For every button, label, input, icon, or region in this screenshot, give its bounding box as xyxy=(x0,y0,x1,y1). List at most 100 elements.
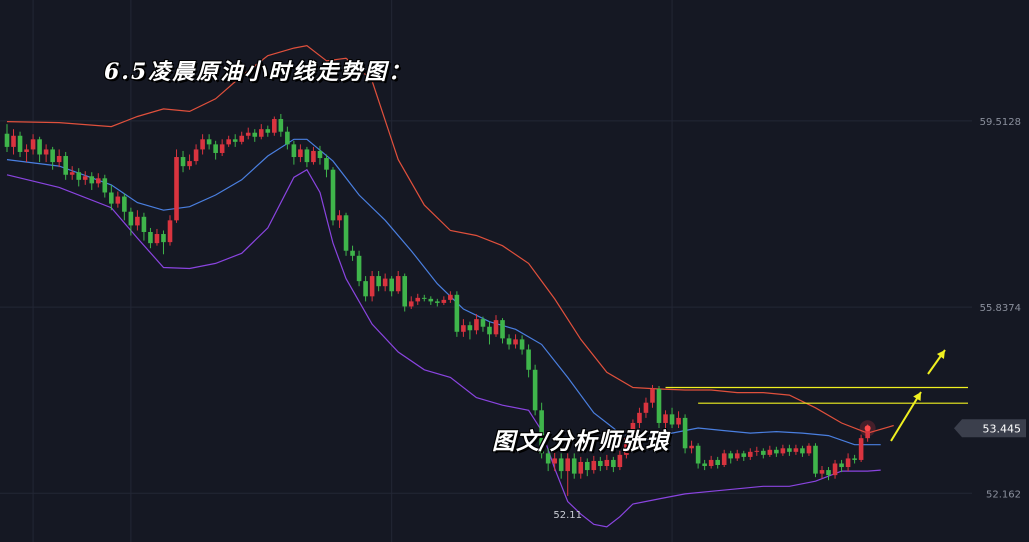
candle-body xyxy=(69,172,75,175)
current-price-tag: 53.445 xyxy=(954,419,1026,438)
candle-body xyxy=(76,172,82,180)
candle-body xyxy=(50,149,55,163)
middle-band-line xyxy=(6,138,881,446)
candle-body xyxy=(350,250,355,256)
y-tick-label: 59.5128 xyxy=(980,117,1021,128)
candle-body xyxy=(474,319,479,331)
candle-body xyxy=(787,448,792,452)
candle-body xyxy=(174,157,179,221)
candle-body xyxy=(441,299,447,303)
candle-body xyxy=(135,216,140,226)
candle-body xyxy=(493,320,499,335)
candle-body xyxy=(265,129,271,133)
current-price-label: 53.445 xyxy=(983,422,1022,435)
candle-body xyxy=(428,298,434,302)
candle-body xyxy=(467,325,473,331)
candle-body xyxy=(839,463,844,468)
candle-body xyxy=(17,135,23,152)
candle-body xyxy=(206,139,212,145)
candle-body xyxy=(754,450,760,452)
candle-body xyxy=(715,459,720,466)
candle-body xyxy=(454,294,460,332)
candle-body xyxy=(604,459,610,467)
candle-body xyxy=(219,144,225,153)
candle-body xyxy=(56,156,62,163)
candle-body xyxy=(584,461,590,471)
candle-body xyxy=(767,449,773,455)
candle-body xyxy=(643,402,649,413)
candle-body xyxy=(369,276,375,297)
candle-body xyxy=(37,139,42,155)
candle-body xyxy=(774,449,779,454)
candle-body xyxy=(109,192,114,204)
arrow-head xyxy=(936,350,945,359)
candle-body xyxy=(278,119,284,132)
candle-body xyxy=(363,281,368,297)
candle-body xyxy=(448,294,453,300)
candle-body xyxy=(317,150,323,159)
candle-body xyxy=(285,131,290,145)
candle-body xyxy=(558,458,564,472)
candle-body xyxy=(167,220,173,243)
candle-body xyxy=(161,234,166,243)
candle-body xyxy=(819,470,825,474)
candle-body xyxy=(213,144,218,153)
last-price-dot xyxy=(864,425,871,432)
candle-body xyxy=(526,349,531,370)
y-tick-label: 52.162 xyxy=(986,489,1021,500)
trend-arrow xyxy=(890,391,922,442)
y-axis: 59.5128 55.8374 52.162 xyxy=(980,117,1021,500)
candle-body xyxy=(656,389,662,423)
candle-body xyxy=(734,453,740,459)
candle-body xyxy=(565,458,571,472)
candle-body xyxy=(141,216,147,232)
candle-body xyxy=(702,463,707,467)
candle-body xyxy=(513,339,518,345)
chart-stage: 59.5128 55.8374 52.162 53.445 52.11 6.5凌… xyxy=(0,0,1029,542)
candle-body xyxy=(813,445,818,474)
candle-body xyxy=(780,448,786,454)
candle-body xyxy=(408,301,414,307)
candle-body xyxy=(728,453,734,459)
candle-body xyxy=(89,176,95,184)
candle-body xyxy=(187,161,192,167)
candle-body xyxy=(298,149,303,158)
candle-body xyxy=(591,460,597,471)
candle-body xyxy=(858,438,864,460)
candle-body xyxy=(793,448,799,452)
analyst-watermark: 图文/分析师张琅 xyxy=(492,428,670,455)
low-marker-label: 52.11 xyxy=(553,510,582,521)
candle-body xyxy=(4,133,10,147)
candle-body xyxy=(200,139,205,150)
candle-body xyxy=(480,319,486,327)
candle-body xyxy=(337,215,342,221)
candle-body xyxy=(382,278,388,287)
candle-body xyxy=(695,445,701,464)
candle-body xyxy=(761,450,766,455)
candle-body xyxy=(741,453,747,457)
candle-body xyxy=(421,297,427,299)
candle-body xyxy=(506,338,512,345)
candle-body xyxy=(845,458,851,468)
candle-body xyxy=(154,234,160,244)
candle-body xyxy=(571,458,577,474)
candle-body xyxy=(519,339,525,350)
candle-body xyxy=(389,278,394,292)
candle-body xyxy=(82,176,88,180)
candle-body xyxy=(832,463,838,476)
candle-body xyxy=(148,231,153,244)
candle-body xyxy=(115,196,121,204)
candle-body xyxy=(402,276,408,307)
candle-body xyxy=(376,276,381,287)
candle-body xyxy=(708,459,714,467)
candles xyxy=(4,113,870,496)
candle-body xyxy=(826,470,831,476)
candle-body xyxy=(487,326,492,335)
candle-body xyxy=(252,132,258,137)
candle-body xyxy=(43,149,49,155)
candle-body xyxy=(330,169,336,221)
candle-body xyxy=(461,325,466,332)
candle-body xyxy=(682,417,688,449)
candle-body xyxy=(324,158,329,170)
upper-band-line xyxy=(6,44,894,434)
